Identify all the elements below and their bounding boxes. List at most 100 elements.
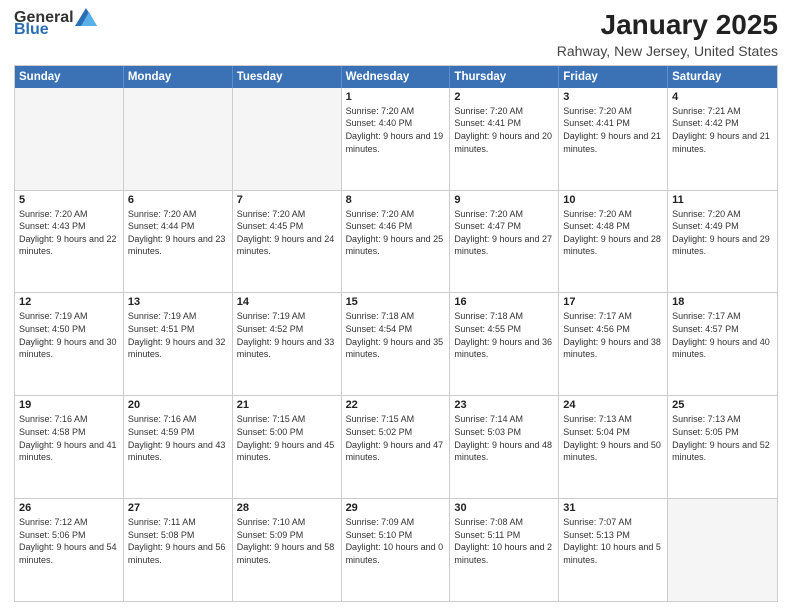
logo: General Blue <box>14 10 97 38</box>
day-number-8: 8 <box>346 194 446 206</box>
empty-cell-w4-d6 <box>668 499 777 601</box>
day-info-24: Sunrise: 7:13 AMSunset: 5:04 PMDaylight:… <box>563 413 663 463</box>
day-number-20: 20 <box>128 399 228 411</box>
header-tuesday: Tuesday <box>233 66 342 88</box>
day-number-13: 13 <box>128 296 228 308</box>
day-number-31: 31 <box>563 502 663 514</box>
day-cell-29: 29Sunrise: 7:09 AMSunset: 5:10 PMDayligh… <box>342 499 451 601</box>
day-info-20: Sunrise: 7:16 AMSunset: 4:59 PMDaylight:… <box>128 413 228 463</box>
logo-icon <box>75 8 97 26</box>
day-number-6: 6 <box>128 194 228 206</box>
day-info-14: Sunrise: 7:19 AMSunset: 4:52 PMDaylight:… <box>237 310 337 360</box>
day-number-2: 2 <box>454 91 554 103</box>
day-number-4: 4 <box>672 91 773 103</box>
day-number-17: 17 <box>563 296 663 308</box>
day-info-2: Sunrise: 7:20 AMSunset: 4:41 PMDaylight:… <box>454 105 554 155</box>
day-number-12: 12 <box>19 296 119 308</box>
logo-blue-text: Blue <box>14 22 49 38</box>
day-info-25: Sunrise: 7:13 AMSunset: 5:05 PMDaylight:… <box>672 413 773 463</box>
header-monday: Monday <box>124 66 233 88</box>
day-info-10: Sunrise: 7:20 AMSunset: 4:48 PMDaylight:… <box>563 208 663 258</box>
location-title: Rahway, New Jersey, United States <box>557 43 778 59</box>
day-info-3: Sunrise: 7:20 AMSunset: 4:41 PMDaylight:… <box>563 105 663 155</box>
day-number-27: 27 <box>128 502 228 514</box>
day-cell-18: 18 Sunrise: 7:17 AMSunset: 4:57 PMDayligh… <box>668 293 777 395</box>
header-wednesday: Wednesday <box>342 66 451 88</box>
day-number-15: 15 <box>346 296 446 308</box>
day-info-21: Sunrise: 7:15 AMSunset: 5:00 PMDaylight:… <box>237 413 337 463</box>
day-cell-12: 12 Sunrise: 7:19 AMSunset: 4:50 PMDayligh… <box>15 293 124 395</box>
day-number-5: 5 <box>19 194 119 206</box>
day-info-9: Sunrise: 7:20 AMSunset: 4:47 PMDaylight:… <box>454 208 554 258</box>
day-info-6: Sunrise: 7:20 AMSunset: 4:44 PMDaylight:… <box>128 208 228 258</box>
day-cell-24: 24 Sunrise: 7:13 AMSunset: 5:04 PMDayligh… <box>559 396 668 498</box>
day-cell-20: 20 Sunrise: 7:16 AMSunset: 4:59 PMDayligh… <box>124 396 233 498</box>
day-cell-1: 1 Sunrise: 7:20 AMSunset: 4:40 PMDaylight… <box>342 88 451 190</box>
title-block: January 2025 Rahway, New Jersey, United … <box>557 10 778 59</box>
day-info-27: Sunrise: 7:11 AMSunset: 5:08 PMDaylight:… <box>128 516 228 566</box>
day-number-19: 19 <box>19 399 119 411</box>
day-info-17: Sunrise: 7:17 AMSunset: 4:56 PMDaylight:… <box>563 310 663 360</box>
day-info-31: Sunrise: 7:07 AMSunset: 5:13 PMDaylight:… <box>563 516 663 566</box>
day-number-29: 29 <box>346 502 446 514</box>
day-cell-14: 14Sunrise: 7:19 AMSunset: 4:52 PMDayligh… <box>233 293 342 395</box>
calendar-week-3: 12 Sunrise: 7:19 AMSunset: 4:50 PMDayligh… <box>15 292 777 395</box>
calendar: Sunday Monday Tuesday Wednesday Thursday… <box>14 65 778 602</box>
day-number-23: 23 <box>454 399 554 411</box>
day-cell-15: 15 Sunrise: 7:18 AMSunset: 4:54 PMDayligh… <box>342 293 451 395</box>
day-info-12: Sunrise: 7:19 AMSunset: 4:50 PMDaylight:… <box>19 310 119 360</box>
calendar-week-1: 1 Sunrise: 7:20 AMSunset: 4:40 PMDaylight… <box>15 88 777 190</box>
day-number-10: 10 <box>563 194 663 206</box>
day-cell-30: 30 Sunrise: 7:08 AMSunset: 5:11 PMDayligh… <box>450 499 559 601</box>
day-cell-21: 21Sunrise: 7:15 AMSunset: 5:00 PMDayligh… <box>233 396 342 498</box>
day-number-26: 26 <box>19 502 119 514</box>
calendar-body: 1 Sunrise: 7:20 AMSunset: 4:40 PMDaylight… <box>15 88 777 601</box>
empty-cell-w0-d0 <box>15 88 124 190</box>
day-info-23: Sunrise: 7:14 AMSunset: 5:03 PMDaylight:… <box>454 413 554 463</box>
day-info-18: Sunrise: 7:17 AMSunset: 4:57 PMDaylight:… <box>672 310 773 360</box>
day-info-26: Sunrise: 7:12 AMSunset: 5:06 PMDaylight:… <box>19 516 119 566</box>
day-info-28: Sunrise: 7:10 AMSunset: 5:09 PMDaylight:… <box>237 516 337 566</box>
day-number-1: 1 <box>346 91 446 103</box>
day-cell-13: 13Sunrise: 7:19 AMSunset: 4:51 PMDayligh… <box>124 293 233 395</box>
day-info-4: Sunrise: 7:21 AMSunset: 4:42 PMDaylight:… <box>672 105 773 155</box>
day-cell-6: 6 Sunrise: 7:20 AMSunset: 4:44 PMDaylight… <box>124 191 233 293</box>
day-number-16: 16 <box>454 296 554 308</box>
day-cell-7: 7Sunrise: 7:20 AMSunset: 4:45 PMDaylight… <box>233 191 342 293</box>
header: General Blue January 2025 Rahway, New Je… <box>14 10 778 59</box>
day-number-7: 7 <box>237 194 337 206</box>
day-cell-3: 3Sunrise: 7:20 AMSunset: 4:41 PMDaylight… <box>559 88 668 190</box>
day-number-25: 25 <box>672 399 773 411</box>
day-number-9: 9 <box>454 194 554 206</box>
day-cell-2: 2 Sunrise: 7:20 AMSunset: 4:41 PMDaylight… <box>450 88 559 190</box>
day-cell-28: 28 Sunrise: 7:10 AMSunset: 5:09 PMDayligh… <box>233 499 342 601</box>
day-number-30: 30 <box>454 502 554 514</box>
day-cell-17: 17 Sunrise: 7:17 AMSunset: 4:56 PMDayligh… <box>559 293 668 395</box>
day-info-8: Sunrise: 7:20 AMSunset: 4:46 PMDaylight:… <box>346 208 446 258</box>
empty-cell-w0-d2 <box>233 88 342 190</box>
header-sunday: Sunday <box>15 66 124 88</box>
day-cell-9: 9 Sunrise: 7:20 AMSunset: 4:47 PMDaylight… <box>450 191 559 293</box>
calendar-week-2: 5 Sunrise: 7:20 AMSunset: 4:43 PMDaylight… <box>15 190 777 293</box>
day-cell-22: 22Sunrise: 7:15 AMSunset: 5:02 PMDayligh… <box>342 396 451 498</box>
day-cell-10: 10 Sunrise: 7:20 AMSunset: 4:48 PMDayligh… <box>559 191 668 293</box>
day-info-1: Sunrise: 7:20 AMSunset: 4:40 PMDaylight:… <box>346 105 446 155</box>
day-cell-5: 5 Sunrise: 7:20 AMSunset: 4:43 PMDaylight… <box>15 191 124 293</box>
month-title: January 2025 <box>557 10 778 41</box>
day-number-28: 28 <box>237 502 337 514</box>
day-cell-4: 4 Sunrise: 7:21 AMSunset: 4:42 PMDaylight… <box>668 88 777 190</box>
day-info-30: Sunrise: 7:08 AMSunset: 5:11 PMDaylight:… <box>454 516 554 566</box>
day-cell-8: 8 Sunrise: 7:20 AMSunset: 4:46 PMDaylight… <box>342 191 451 293</box>
day-info-15: Sunrise: 7:18 AMSunset: 4:54 PMDaylight:… <box>346 310 446 360</box>
day-cell-31: 31 Sunrise: 7:07 AMSunset: 5:13 PMDayligh… <box>559 499 668 601</box>
day-cell-11: 11Sunrise: 7:20 AMSunset: 4:49 PMDayligh… <box>668 191 777 293</box>
day-number-22: 22 <box>346 399 446 411</box>
day-number-18: 18 <box>672 296 773 308</box>
header-thursday: Thursday <box>450 66 559 88</box>
header-friday: Friday <box>559 66 668 88</box>
calendar-header: Sunday Monday Tuesday Wednesday Thursday… <box>15 66 777 88</box>
day-number-11: 11 <box>672 194 773 206</box>
day-cell-25: 25 Sunrise: 7:13 AMSunset: 5:05 PMDayligh… <box>668 396 777 498</box>
day-number-24: 24 <box>563 399 663 411</box>
day-info-5: Sunrise: 7:20 AMSunset: 4:43 PMDaylight:… <box>19 208 119 258</box>
